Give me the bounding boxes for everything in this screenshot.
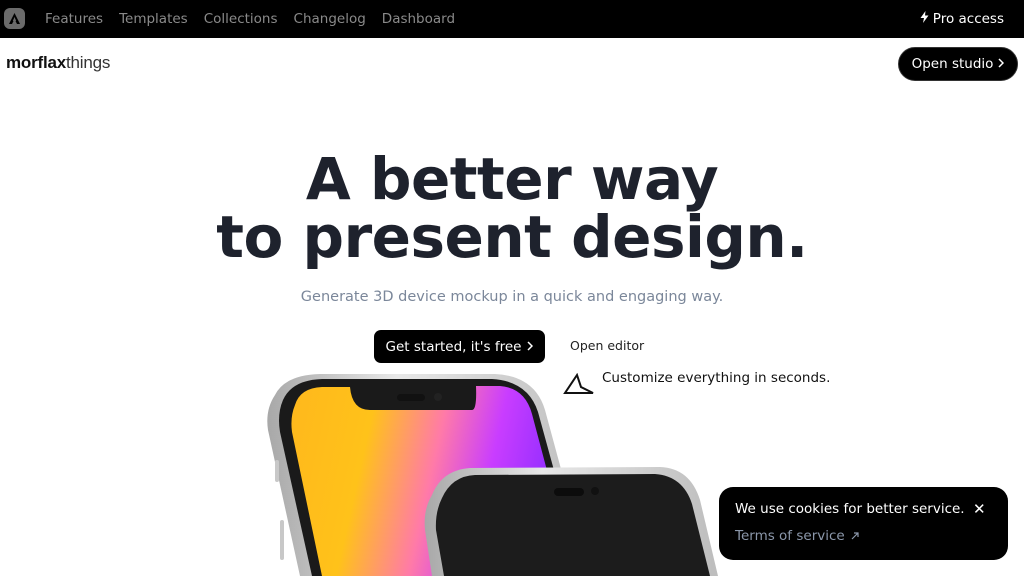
pointer-cursor-icon bbox=[563, 372, 595, 399]
get-started-label: Get started, it's free bbox=[385, 338, 522, 355]
open-editor-link[interactable]: Open editor bbox=[570, 338, 644, 353]
chevron-right-icon bbox=[527, 339, 534, 355]
phone-front bbox=[424, 467, 718, 576]
terms-of-service-link[interactable]: Terms of service bbox=[735, 528, 859, 544]
customize-caption: Customize everything in seconds. bbox=[602, 370, 831, 386]
close-icon[interactable]: ✕ bbox=[973, 500, 986, 518]
cookie-banner: We use cookies for better service. ✕ Ter… bbox=[719, 487, 1008, 560]
terms-label: Terms of service bbox=[735, 528, 845, 544]
external-arrow-icon bbox=[851, 528, 859, 544]
get-started-button[interactable]: Get started, it's free bbox=[374, 330, 545, 363]
cookie-message: We use cookies for better service. bbox=[735, 501, 965, 517]
